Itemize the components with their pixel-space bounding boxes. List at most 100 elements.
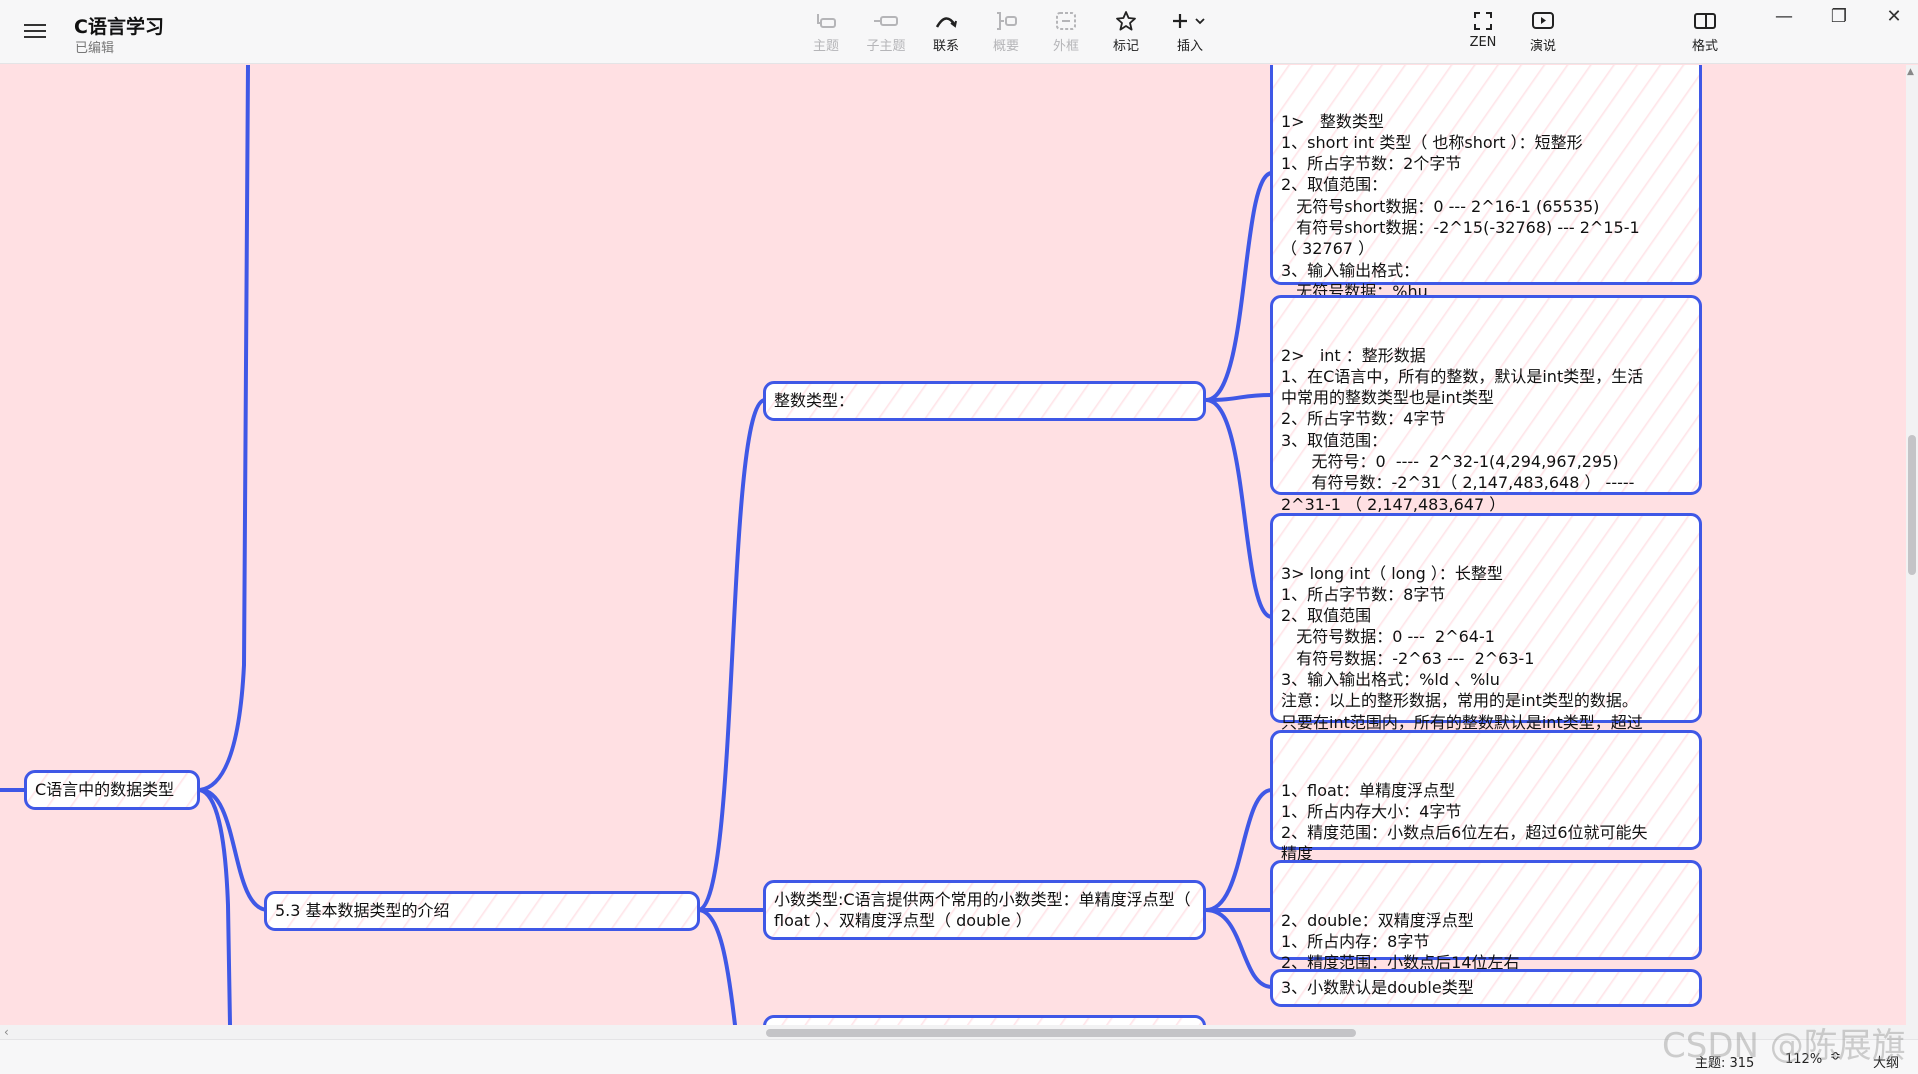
star-icon — [1098, 8, 1154, 34]
root-topic[interactable]: C语言中的数据类型 — [24, 770, 200, 810]
section-topic[interactable]: 5.3 基本数据类型的介绍 — [264, 891, 700, 931]
topic-line: 2^31-1 （ 2,147,483,647 ） — [1281, 494, 1506, 514]
float-topic[interactable]: 1、float：单精度浮点型 1、所占内存大小：4字节 2、精度范围：小数点后6位左… — [1270, 730, 1702, 885]
topic-line: 2、取值范围： — [1281, 175, 1388, 195]
short-int-topic[interactable]: 1> 整数类型 1、short int 类型（ 也称short ）：短整形 1、所占… — [1270, 65, 1702, 322]
integer-type-text: 整数类型： — [774, 391, 855, 411]
mindmap-canvas[interactable]: C语言中的数据类型 5.3 基本数据类型的介绍 整数类型： 小数类型:C语言提供… — [0, 65, 1918, 1025]
decimal-type-text: 小数类型:C语言提供两个常用的小数类型：单精度浮点型（ float ）、双精度浮… — [774, 889, 1191, 930]
connector-section-integer — [696, 398, 767, 912]
connector-root-section — [198, 788, 270, 912]
fullscreen-icon — [1455, 8, 1511, 34]
connector-root-up — [198, 65, 250, 792]
relation-label: 联系 — [932, 39, 959, 54]
vertical-scrollbar[interactable]: ▲ — [1906, 65, 1918, 1025]
topic-line: 3、输入输出格式：%ld 、%lu — [1281, 670, 1500, 690]
zen-button[interactable]: ZEN — [1455, 8, 1511, 58]
double-topic[interactable]: 2、double：双精度浮点型 1、所占内存：8字节 2、精度范围：小数点后14位左… — [1270, 860, 1702, 993]
topic-line: 1、所占字节数：2个字节 — [1281, 154, 1462, 174]
topic-line: 3、取值范围： — [1281, 430, 1388, 450]
subtopic-button[interactable]: 子主题 — [858, 8, 914, 58]
scroll-left-arrow-icon[interactable]: ‹ — [4, 1025, 9, 1039]
relation-icon — [918, 8, 974, 34]
int-lines: 2> int ：整形数据 1、在C语言中，所有的整数，默认是int类型，生活 中常用… — [1281, 345, 1691, 537]
default-double-text: 3、小数默认是double类型 — [1281, 978, 1474, 998]
topic-line: 注意：以上的整形数据，常用的是int类型的数据。 — [1281, 691, 1638, 711]
topic-line: 有符号short数据：-2^15(-32768) --- 2^15-1 — [1281, 218, 1640, 238]
topic-line: 3> long int（ long ）：长整型 — [1281, 563, 1503, 583]
plus-icon — [1162, 8, 1218, 34]
topic-label: 主题 — [812, 39, 839, 54]
horizontal-scrollbar[interactable]: ‹ — [0, 1025, 1918, 1039]
topic-line: 1、所占内存大小：4字节 — [1281, 801, 1462, 821]
connector-integer-long — [1204, 398, 1274, 619]
topic-line: 有符号数据：-2^63 --- 2^63-1 — [1281, 648, 1535, 668]
long-int-lines: 3> long int（ long ）：长整型 1、所占字节数：8字节 2、取值范围… — [1281, 563, 1691, 755]
close-button[interactable]: ✕ — [1874, 4, 1914, 30]
csdn-watermark: CSDN @陈展旗 — [1662, 1026, 1906, 1066]
topic-line: 2、所占字节数：4字节 — [1281, 409, 1446, 429]
subtopic-icon — [858, 8, 914, 34]
topic-line: 2> int ：整形数据 — [1281, 345, 1426, 365]
summary-label: 概要 — [992, 39, 1019, 54]
topic-line: 1、float：单精度浮点型 — [1281, 780, 1456, 800]
topic-line: 无符号short数据：0 --- 2^16-1 (65535) — [1281, 196, 1600, 216]
topic-line: 2、取值范围 — [1281, 606, 1372, 626]
default-double-topic[interactable]: 3、小数默认是double类型 — [1270, 969, 1702, 1007]
marker-button[interactable]: 标记 — [1098, 8, 1154, 58]
status-bar: 主题: 315 112% ≎ 大纲 — [0, 1039, 1918, 1074]
boundary-label: 外框 — [1052, 39, 1079, 54]
boundary-button[interactable]: 外框 — [1038, 8, 1094, 58]
summary-icon — [978, 8, 1034, 34]
short-int-lines: 1> 整数类型 1、short int 类型（ 也称short ）：短整形 1、所占… — [1281, 111, 1691, 324]
relation-button[interactable]: 联系 — [918, 8, 974, 58]
topic-line: 1、所占内存：8字节 — [1281, 931, 1430, 951]
marker-label: 标记 — [1112, 39, 1139, 54]
summary-button[interactable]: 概要 — [978, 8, 1034, 58]
minimize-button[interactable]: — — [1764, 4, 1804, 30]
scroll-up-arrow-icon[interactable]: ▲ — [1907, 67, 1914, 77]
horizontal-scroll-thumb[interactable] — [766, 1029, 1356, 1037]
topic-button[interactable]: 主题 — [798, 8, 854, 58]
long-int-topic[interactable]: 3> long int（ long ）：长整型 1、所占字节数：8字节 2、取值范围… — [1270, 513, 1702, 753]
root-topic-text: C语言中的数据类型 — [35, 780, 175, 800]
insert-button[interactable]: 插入 — [1162, 8, 1218, 58]
int-topic[interactable]: 2> int ：整形数据 1、在C语言中，所有的整数，默认是int类型，生活 中常用… — [1270, 295, 1702, 535]
section-topic-text: 5.3 基本数据类型的介绍 — [275, 901, 450, 921]
integer-type-topic[interactable]: 整数类型： — [763, 381, 1206, 421]
topic-line: 1> 整数类型 — [1281, 111, 1384, 131]
document-title: C语言学习 — [74, 16, 164, 38]
topic-line: （ 32767 ） — [1281, 239, 1375, 259]
play-icon — [1515, 8, 1571, 34]
topic-line: 1、short int 类型（ 也称short ）：短整形 — [1281, 132, 1583, 152]
connector-decimal-float — [1204, 788, 1274, 912]
decimal-type-topic[interactable]: 小数类型:C语言提供两个常用的小数类型：单精度浮点型（ float ）、双精度浮… — [763, 880, 1206, 940]
topic-line: 3、输入输出格式： — [1281, 260, 1420, 280]
present-label: 演说 — [1529, 39, 1556, 54]
topic-line: 中常用的整数类型也是int类型 — [1281, 388, 1494, 408]
topic-line: 1、在C语言中，所有的整数，默认是int类型，生活 — [1281, 366, 1644, 386]
topic-line: 无符号数据：0 --- 2^64-1 — [1281, 627, 1495, 647]
subtopic-label: 子主题 — [866, 39, 906, 54]
vertical-scroll-thumb[interactable] — [1908, 435, 1916, 575]
document-status: 已编辑 — [75, 41, 115, 56]
connector-integer-short — [1204, 171, 1274, 402]
next-topic-partial[interactable] — [763, 1015, 1206, 1025]
topic-line: 2、double：双精度浮点型 — [1281, 910, 1474, 930]
format-label: 格式 — [1691, 39, 1718, 54]
format-button[interactable]: 格式 — [1677, 8, 1733, 58]
connector-section-next — [696, 908, 737, 1025]
present-button[interactable]: 演说 — [1515, 8, 1571, 58]
topic-line: 2、精度范围：小数点后6位左右，超过6位就可能失 — [1281, 823, 1648, 843]
title-toolbar: C语言学习 已编辑 主题 子主题 联系 概要 外框 标记 插入 ZEN 演说 格… — [0, 0, 1918, 64]
topic-line: 1、所占字节数：8字节 — [1281, 584, 1446, 604]
boundary-icon — [1038, 8, 1094, 34]
hamburger-menu-icon[interactable] — [20, 20, 50, 44]
topic-icon — [798, 8, 854, 34]
connector-decimal-note — [1204, 908, 1274, 989]
maximize-button[interactable]: ❐ — [1819, 4, 1859, 30]
topic-line: 有符号数：-2^31（ 2,147,483,648 ） ----- — [1281, 473, 1635, 493]
format-panel-icon — [1677, 8, 1733, 34]
insert-label: 插入 — [1176, 39, 1203, 54]
zen-label: ZEN — [1469, 35, 1497, 50]
